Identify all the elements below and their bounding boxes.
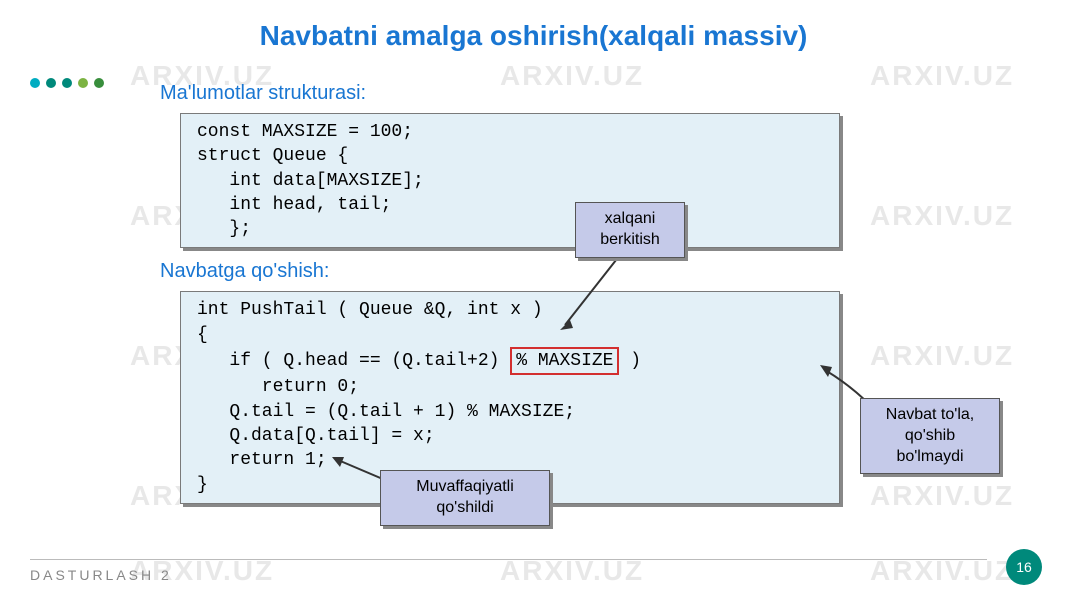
code-line: int data[MAXSIZE]; bbox=[197, 169, 823, 193]
code-line: return 0; bbox=[197, 375, 823, 399]
code-line: }; bbox=[197, 217, 823, 241]
callout-pointer-icon bbox=[555, 250, 635, 330]
code-line: Q.tail = (Q.tail + 1) % MAXSIZE; bbox=[197, 400, 823, 424]
code-text: ) bbox=[619, 351, 641, 371]
callout-success: Muvaffaqiyatli qo'shildi bbox=[380, 470, 550, 526]
callout-text: Navbat to'la, bbox=[873, 405, 987, 426]
page-title: Navbatni amalga oshirish(xalqali massiv) bbox=[0, 0, 1067, 52]
code-line: int PushTail ( Queue &Q, int x ) bbox=[197, 298, 823, 322]
highlighted-code: % MAXSIZE bbox=[510, 347, 619, 375]
code-line: { bbox=[197, 323, 823, 347]
decorative-dots bbox=[30, 78, 104, 88]
callout-text: Muvaffaqiyatli bbox=[393, 477, 537, 498]
code-line: const MAXSIZE = 100; bbox=[197, 120, 823, 144]
callout-ring-close: xalqani berkitish bbox=[575, 202, 685, 258]
dot-icon bbox=[30, 78, 40, 88]
callout-text: xalqani bbox=[588, 209, 672, 230]
code-line: if ( Q.head == (Q.tail+2) % MAXSIZE ) bbox=[197, 347, 823, 375]
code-block-struct: const MAXSIZE = 100; struct Queue { int … bbox=[180, 113, 840, 248]
subtitle-data-structure: Ma'lumotlar strukturasi: bbox=[160, 82, 1067, 105]
footer-text: DASTURLASH 2 bbox=[30, 567, 172, 583]
dot-icon bbox=[78, 78, 88, 88]
footer: DASTURLASH 2 bbox=[0, 550, 1067, 600]
dot-icon bbox=[94, 78, 104, 88]
code-line: struct Queue { bbox=[197, 144, 823, 168]
page-number-badge: 16 bbox=[1006, 549, 1042, 585]
callout-text: qo'shib bbox=[873, 426, 987, 447]
code-line: Q.data[Q.tail] = x; bbox=[197, 424, 823, 448]
callout-queue-full: Navbat to'la, qo'shib bo'lmaydi bbox=[860, 398, 1000, 474]
dot-icon bbox=[46, 78, 56, 88]
callout-text: bo'lmaydi bbox=[873, 447, 987, 468]
code-text: if ( Q.head == (Q.tail+2) bbox=[197, 351, 510, 371]
code-line: return 1; bbox=[197, 448, 823, 472]
callout-text: qo'shildi bbox=[393, 498, 537, 519]
callout-text: berkitish bbox=[588, 230, 672, 251]
dot-icon bbox=[62, 78, 72, 88]
code-line: int head, tail; bbox=[197, 193, 823, 217]
